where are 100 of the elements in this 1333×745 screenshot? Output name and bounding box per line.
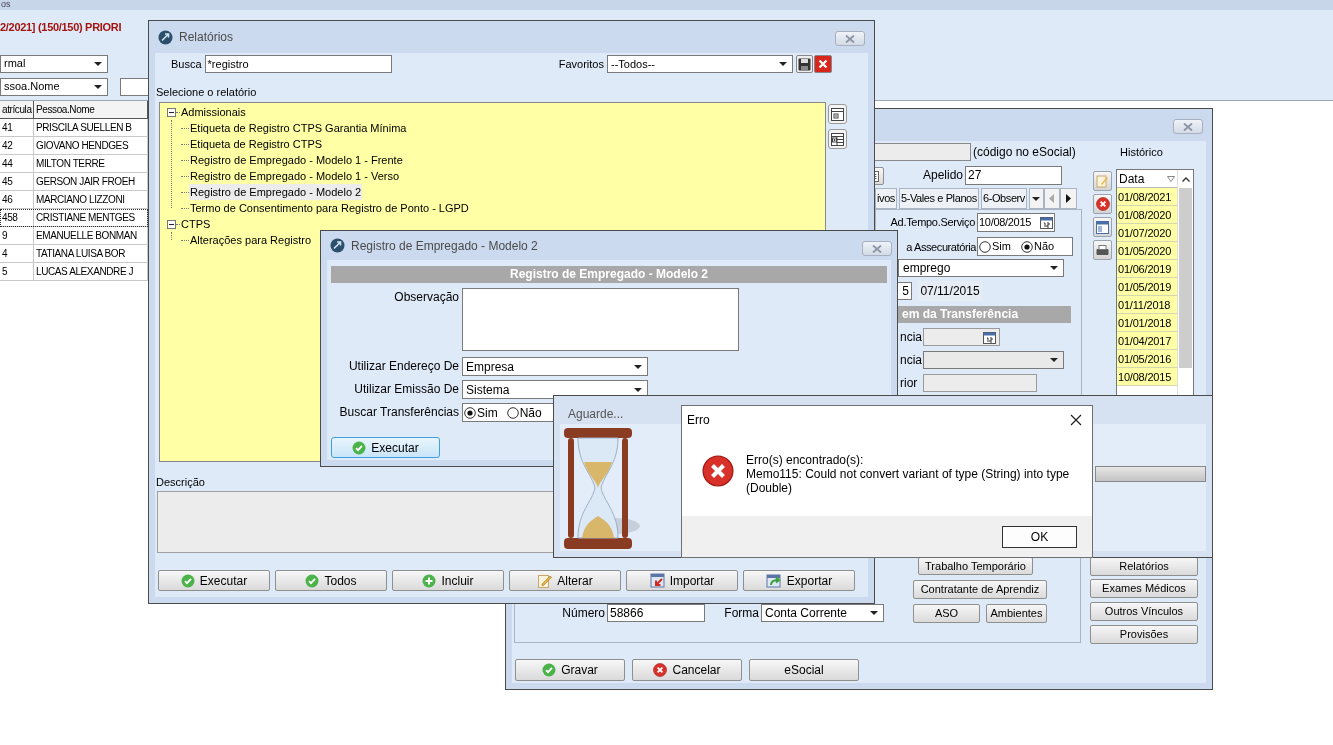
tree-item[interactable]: Termo de Consentimento para Registro de Ponto - LGPD <box>189 199 470 217</box>
tree-item[interactable]: Alterações para Registro <box>189 231 313 249</box>
text-field[interactable] <box>923 374 1037 392</box>
table-row[interactable]: 458 CRISTIANE MENTGES <box>0 209 148 227</box>
dropdown[interactable]: Conta Corrente <box>761 604 884 622</box>
tab-list-button[interactable] <box>1028 188 1044 209</box>
date-field[interactable]: 10/08/2015 <box>977 213 1055 232</box>
tree-item[interactable]: Registro de Empregado - Modelo 1 - Frente <box>189 151 404 169</box>
table-cell: 4 <box>0 245 34 262</box>
table-row[interactable]: 9 EMANUELLE BONMAN <box>0 227 148 245</box>
tree-item[interactable]: Admissionais <box>180 103 247 121</box>
radio-button[interactable] <box>506 406 519 419</box>
table-cell[interactable]: 01/11/2018 <box>1117 296 1177 314</box>
table-cell[interactable]: 10/08/2015 <box>1117 368 1177 386</box>
action-button[interactable]: Contratante de Aprendiz <box>913 580 1047 599</box>
date-field[interactable] <box>923 328 1000 346</box>
table-cell[interactable]: 01/06/2019 <box>1117 260 1177 278</box>
dropdown-arrow-icon <box>1050 266 1058 270</box>
table-row[interactable]: 41 PRISCILA SUELLEN B <box>0 119 148 137</box>
field-hint: (código no eSocial) <box>973 144 1076 161</box>
tree-item[interactable]: Registro de Empregado - Modelo 1 - Verso <box>189 167 401 185</box>
tab[interactable]: 6-Observ <box>980 188 1027 209</box>
dropdown[interactable]: emprego <box>898 259 1064 277</box>
close-icon <box>844 34 856 43</box>
dropdown[interactable] <box>923 351 1064 369</box>
table-cell[interactable]: 01/05/2019 <box>1117 278 1177 296</box>
action-button[interactable]: Todos <box>275 570 387 591</box>
dropdown[interactable]: rmal <box>0 54 108 73</box>
observation-field[interactable] <box>462 288 739 351</box>
table-row[interactable]: 45 GERSON JAIR FROEH <box>0 173 148 191</box>
tab[interactable]: ivos <box>875 188 897 209</box>
field-label: a Assecuratória <box>905 240 976 255</box>
scrollbar[interactable] <box>1177 170 1193 398</box>
footer-button[interactable]: Gravar <box>515 659 625 681</box>
table-row[interactable]: 46 MARCIANO LIZZONI <box>0 191 148 209</box>
action-button[interactable]: Exportar <box>743 570 855 591</box>
radio-button[interactable] <box>464 406 476 419</box>
close-icon <box>1070 413 1082 426</box>
table-cell: 46 <box>0 191 34 208</box>
field-label: rior <box>900 375 919 392</box>
collapse-all-button[interactable] <box>828 104 847 124</box>
action-button[interactable]: ASO <box>913 604 980 623</box>
save-button[interactable] <box>796 55 813 73</box>
export-icon <box>765 573 782 588</box>
table-cell[interactable]: 01/05/2016 <box>1117 350 1177 368</box>
footer-button[interactable]: eSocial <box>749 659 859 681</box>
table-row[interactable]: 5 LUCAS ALEXANDRE J <box>0 263 148 281</box>
tree-item[interactable]: Registro de Empregado - Modelo 2 <box>189 183 363 201</box>
collapse-icon[interactable] <box>167 107 176 117</box>
tree-item[interactable]: Etiqueta de Registro CTPS <box>189 135 324 153</box>
field-label: Número <box>561 605 605 622</box>
search-field[interactable]: *registro <box>204 55 392 73</box>
radio-button[interactable] <box>1020 240 1033 253</box>
table-cell[interactable]: 01/04/2017 <box>1117 332 1177 350</box>
ok-button[interactable]: OK <box>1002 525 1077 548</box>
number-field[interactable]: 58866 <box>607 604 705 622</box>
dropdown-arrow-icon <box>1032 196 1041 201</box>
expand-all-button[interactable] <box>828 129 847 149</box>
radio-label: Não <box>1033 239 1055 255</box>
table-cell[interactable]: 01/08/2020 <box>1117 206 1177 224</box>
dropdown-arrow-icon <box>634 364 642 369</box>
print-button[interactable] <box>1093 240 1112 260</box>
table-cell[interactable]: 01/01/2018 <box>1117 314 1177 332</box>
table-row[interactable]: 44 MILTON TERRE <box>0 155 148 173</box>
tree-item[interactable]: Etiqueta de Registro CTPS Garantia Mínima <box>189 119 408 137</box>
table-cell: 41 <box>0 119 34 136</box>
radio-button[interactable] <box>979 240 991 253</box>
tree-collapse-icon <box>831 107 844 121</box>
delete-button[interactable] <box>814 55 832 73</box>
execute-button[interactable]: Executar <box>331 437 440 458</box>
dropdown[interactable]: Empresa <box>462 357 648 376</box>
section-header: Registro de Empregado - Modelo 2 <box>331 266 887 283</box>
collapse-icon[interactable] <box>167 219 176 229</box>
footer-button[interactable]: Cancelar <box>632 659 742 681</box>
action-button[interactable]: Importar <box>626 570 738 591</box>
table-cell[interactable]: 01/08/2021 <box>1117 188 1177 206</box>
column-header[interactable]: atrícula <box>0 101 34 118</box>
table-cell[interactable]: 01/07/2020 <box>1117 224 1177 242</box>
action-button[interactable]: Outros Vínculos <box>1090 602 1198 621</box>
table-row[interactable]: 42 GIOVANO HENDGES <box>0 137 148 155</box>
action-button[interactable]: Incluir <box>392 570 504 591</box>
tab[interactable]: 5-Vales e Planos <box>898 188 979 209</box>
action-button[interactable]: Provisões <box>1090 625 1198 644</box>
tree-item[interactable]: CTPS <box>180 215 212 233</box>
table-row[interactable]: 4 TATIANA LUISA BOR <box>0 245 148 263</box>
action-button[interactable]: Ambientes <box>986 604 1047 623</box>
field-label: Utilizar Endereço De <box>347 358 460 375</box>
delete-button[interactable] <box>1093 194 1112 214</box>
table-cell[interactable]: 01/05/2020 <box>1117 242 1177 260</box>
dropdown[interactable]: ssoa.Nome <box>0 77 108 96</box>
nickname-field[interactable]: 27 <box>965 166 1062 185</box>
field-label: Favoritos <box>558 56 604 72</box>
layout-button[interactable] <box>1093 217 1112 237</box>
table-cell: 5 <box>0 263 34 280</box>
action-button[interactable]: Exames Médicos <box>1090 579 1198 598</box>
dropdown-arrow-icon <box>634 387 642 392</box>
action-button[interactable]: Executar <box>158 570 270 591</box>
dropdown[interactable]: --Todos-- <box>607 55 793 73</box>
action-button[interactable]: Alterar <box>509 570 621 591</box>
close-icon <box>871 244 883 253</box>
